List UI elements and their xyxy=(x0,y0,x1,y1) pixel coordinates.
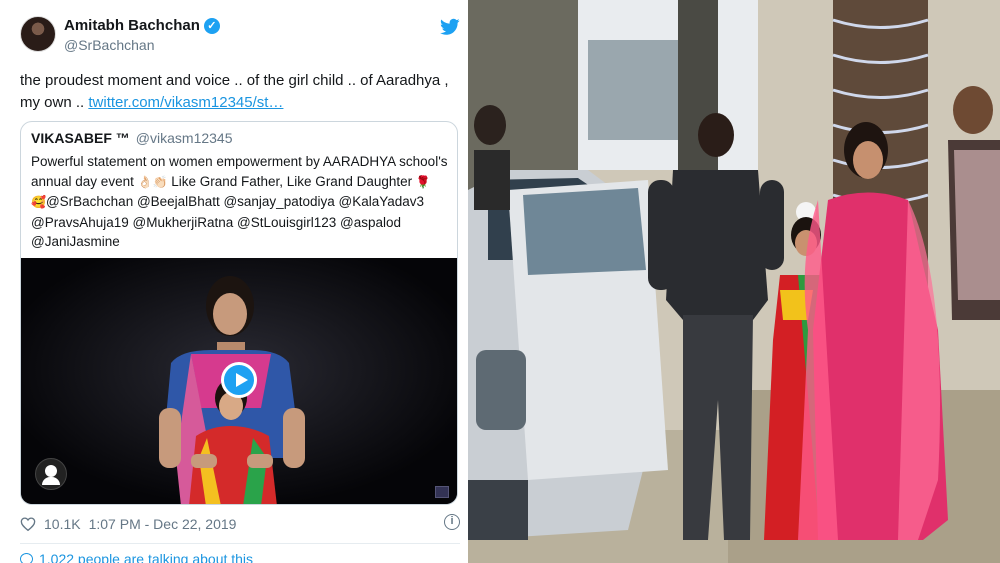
quoted-tweet[interactable]: VIKASABEF ™ @vikasm12345 Powerful statem… xyxy=(20,121,458,505)
tweet-text: the proudest moment and voice .. of the … xyxy=(20,70,460,114)
play-icon[interactable] xyxy=(221,362,257,398)
like-count[interactable]: 10.1K xyxy=(44,516,81,532)
quoted-emoji-1: 👌🏻👏🏻 xyxy=(137,174,168,189)
quoted-author-name[interactable]: VIKASABEF ™ xyxy=(31,130,130,146)
street-photo xyxy=(468,0,1000,563)
photo-illustration xyxy=(468,0,1000,563)
video-badge xyxy=(435,486,449,498)
talking-count[interactable]: 1,022 people are talking about this xyxy=(39,551,253,563)
author-avatar[interactable] xyxy=(20,16,56,52)
author-handle[interactable]: @SrBachchan xyxy=(64,37,154,53)
quoted-emoji-2: 🌹 xyxy=(415,174,431,189)
quoted-emoji-3: 🥰 xyxy=(31,195,46,209)
tweet-card: Amitabh Bachchan ✓ @SrBachchan the proud… xyxy=(0,0,474,563)
tweet-meta: 10.1K 1:07 PM - Dec 22, 2019 xyxy=(20,513,460,535)
comment-bubble-icon xyxy=(20,553,33,563)
quoted-header: VIKASABEF ™ @vikasm12345 xyxy=(31,130,233,146)
tweet-link[interactable]: twitter.com/vikasm12345/st… xyxy=(88,94,283,111)
quoted-mentions[interactable]: @SrBachchan @BeejalBhatt @sanjay_patodiy… xyxy=(31,194,424,249)
quoted-text: Powerful statement on women empowerment … xyxy=(31,152,451,252)
author-name[interactable]: Amitabh Bachchan xyxy=(64,17,200,34)
info-icon[interactable]: i xyxy=(444,514,460,530)
user-avatar-icon[interactable] xyxy=(35,458,67,490)
quoted-text-part-2: Like Grand Father, Like Grand Daughter xyxy=(167,173,416,189)
timestamp[interactable]: 1:07 PM - Dec 22, 2019 xyxy=(89,516,237,532)
video-player[interactable] xyxy=(21,258,457,504)
verified-badge-icon: ✓ xyxy=(203,17,220,34)
twitter-bird-icon[interactable] xyxy=(440,18,460,36)
tweet-author: Amitabh Bachchan ✓ @SrBachchan xyxy=(20,16,460,56)
author-name-row: Amitabh Bachchan ✓ xyxy=(64,17,220,34)
heart-icon[interactable] xyxy=(20,516,36,532)
conversation-link[interactable]: 1,022 people are talking about this xyxy=(20,551,253,563)
divider xyxy=(20,543,460,544)
quoted-author-handle[interactable]: @vikasm12345 xyxy=(136,130,233,146)
